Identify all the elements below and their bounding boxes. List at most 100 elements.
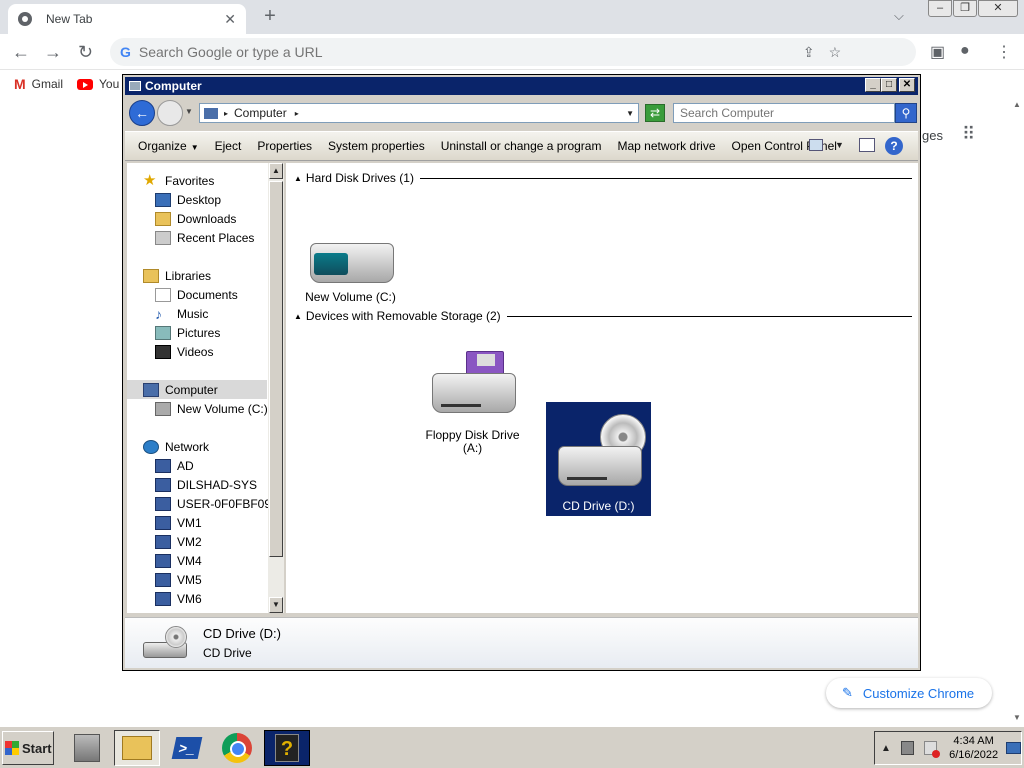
- close-tab-icon[interactable]: ✕: [224, 11, 236, 28]
- nav-videos[interactable]: Videos: [155, 342, 213, 361]
- nav-network-vm5[interactable]: VM5: [155, 570, 202, 589]
- group-removable-storage[interactable]: ▲ Devices with Removable Storage (2): [294, 309, 912, 323]
- network-status-icon[interactable]: [900, 741, 915, 755]
- nav-music[interactable]: ♪ Music: [155, 304, 208, 323]
- omnibox-input[interactable]: [138, 44, 789, 60]
- new-tab-button[interactable]: +: [258, 4, 282, 28]
- drive-body-icon: [432, 373, 516, 413]
- network-computer-icon: [155, 534, 171, 549]
- collapse-triangle-icon[interactable]: ▲: [294, 312, 302, 321]
- address-dropdown-icon[interactable]: ▼: [626, 109, 634, 118]
- search-icon[interactable]: ⚲: [895, 103, 917, 123]
- nav-recent-places[interactable]: Recent Places: [155, 228, 254, 247]
- history-chevron-icon[interactable]: ▼: [185, 107, 193, 116]
- nav-network-vm6[interactable]: VM6: [155, 589, 202, 608]
- drive-floppy-a[interactable]: Floppy Disk Drive (A:): [420, 329, 525, 455]
- explorer-title-bar[interactable]: Computer: [125, 77, 918, 95]
- properties-button[interactable]: Properties: [257, 139, 312, 153]
- scroll-down-icon[interactable]: ▼: [269, 597, 283, 613]
- show-hidden-icons-chevron-icon[interactable]: ▲: [881, 743, 891, 754]
- clock-time: 4:34 AM: [953, 735, 994, 747]
- back-arrow-icon[interactable]: ←: [12, 42, 30, 63]
- omnibox[interactable]: G ⇪ ☆: [110, 38, 916, 66]
- organize-menu[interactable]: Organize ▼: [138, 139, 199, 153]
- breadcrumb-chevron-icon[interactable]: ▸: [224, 109, 228, 118]
- system-properties-button[interactable]: System properties: [328, 139, 425, 153]
- map-network-drive-button[interactable]: Map network drive: [617, 139, 715, 153]
- restore-button[interactable]: ❐: [953, 0, 977, 17]
- nav-network-vm2[interactable]: VM2: [155, 532, 202, 551]
- share-icon[interactable]: ⇪: [803, 44, 815, 61]
- bookmark-youtube[interactable]: You: [77, 77, 119, 91]
- scroll-up-icon[interactable]: ▲: [269, 163, 283, 179]
- nav-network[interactable]: Network: [143, 437, 209, 456]
- network-computer-icon: [155, 496, 171, 511]
- collapse-triangle-icon[interactable]: ▲: [294, 174, 302, 183]
- help-icon[interactable]: ?: [885, 137, 903, 155]
- drive-cd-d[interactable]: CD Drive (D:): [546, 402, 651, 516]
- reload-icon[interactable]: ↻: [78, 42, 93, 63]
- nav-network-ad[interactable]: AD: [155, 456, 194, 475]
- volume-muted-icon[interactable]: [924, 741, 941, 758]
- breadcrumb-chevron-icon[interactable]: ▸: [295, 109, 299, 118]
- nav-network-vm4[interactable]: VM4: [155, 551, 202, 570]
- explorer-maximize-button[interactable]: □: [881, 78, 897, 92]
- side-panel-icon[interactable]: ▣: [930, 42, 945, 62]
- explorer-minimize-button[interactable]: _: [865, 78, 881, 92]
- group-hard-disk-drives[interactable]: ▲ Hard Disk Drives (1): [294, 171, 912, 185]
- show-desktop-icon[interactable]: [1006, 742, 1022, 754]
- drive-new-volume-c[interactable]: New Volume (C:): [298, 201, 403, 315]
- search-box[interactable]: [673, 103, 895, 123]
- change-view-icon[interactable]: [809, 139, 823, 151]
- nav-desktop[interactable]: Desktop: [155, 190, 221, 209]
- nav-downloads[interactable]: Downloads: [155, 209, 236, 228]
- google-apps-icon[interactable]: ⠿: [962, 124, 975, 145]
- search-input[interactable]: [680, 104, 890, 122]
- back-button[interactable]: ←: [129, 100, 155, 126]
- nav-network-dilshad-sys[interactable]: DILSHAD-SYS: [155, 475, 257, 494]
- scroll-up-icon[interactable]: ▲: [1010, 100, 1024, 109]
- eject-button[interactable]: Eject: [215, 139, 242, 153]
- profile-avatar-icon[interactable]: ●: [960, 42, 970, 60]
- tab-search-chevron-icon[interactable]: ⌵: [894, 8, 904, 24]
- uninstall-program-button[interactable]: Uninstall or change a program: [441, 139, 602, 153]
- nav-new-volume-c[interactable]: New Volume (C:): [155, 399, 268, 418]
- details-pane: CD Drive (D:) CD Drive: [125, 617, 918, 668]
- bookmark-gmail[interactable]: M Gmail: [14, 76, 63, 92]
- menu-kebab-icon[interactable]: ⋮: [996, 42, 1012, 62]
- nav-network-vm1[interactable]: VM1: [155, 513, 202, 532]
- minimize-button[interactable]: –: [928, 0, 952, 17]
- scroll-thumb[interactable]: [269, 181, 283, 557]
- clock-date: 6/16/2022: [949, 749, 999, 761]
- preview-pane-icon[interactable]: [859, 138, 875, 152]
- page-scrollbar[interactable]: ▲ ▼: [1010, 100, 1024, 722]
- nav-favorites[interactable]: ★ Favorites: [143, 171, 214, 190]
- customize-chrome-button[interactable]: ✎ Customize Chrome: [826, 678, 992, 708]
- forward-arrow-icon[interactable]: →: [44, 42, 62, 63]
- nav-libraries[interactable]: Libraries: [143, 266, 211, 285]
- nav-computer[interactable]: Computer: [127, 380, 267, 399]
- address-box[interactable]: ▸ Computer ▸ ▼: [199, 103, 639, 123]
- close-button[interactable]: ✕: [978, 0, 1018, 17]
- computer-icon: [204, 107, 218, 119]
- nav-pictures[interactable]: Pictures: [155, 323, 220, 342]
- start-button[interactable]: Start: [2, 731, 54, 765]
- forward-button[interactable]: [157, 100, 183, 126]
- images-link[interactable]: ges: [922, 128, 943, 143]
- nav-network-user[interactable]: USER-0F0FBF09E0: [155, 494, 284, 513]
- taskbar-server-manager[interactable]: [64, 730, 110, 766]
- bookmark-star-icon[interactable]: ☆: [829, 44, 842, 61]
- refresh-icon[interactable]: ⇄: [645, 104, 665, 122]
- nav-pane-scrollbar[interactable]: ▲ ▼: [268, 163, 284, 613]
- scroll-down-icon[interactable]: ▼: [1010, 713, 1024, 722]
- nav-documents[interactable]: Documents: [155, 285, 238, 304]
- explorer-close-button[interactable]: ✕: [899, 78, 915, 92]
- view-dropdown-icon[interactable]: ▼: [835, 140, 844, 150]
- clock[interactable]: 4:34 AM 6/16/2022: [949, 734, 998, 762]
- taskbar-chrome[interactable]: [214, 730, 260, 766]
- tab-new-tab[interactable]: New Tab ✕: [8, 4, 246, 34]
- taskbar-explorer[interactable]: [114, 730, 160, 766]
- breadcrumb-computer[interactable]: Computer: [234, 106, 287, 120]
- taskbar-powershell[interactable]: >_: [164, 730, 210, 766]
- taskbar-help[interactable]: ?: [264, 730, 310, 766]
